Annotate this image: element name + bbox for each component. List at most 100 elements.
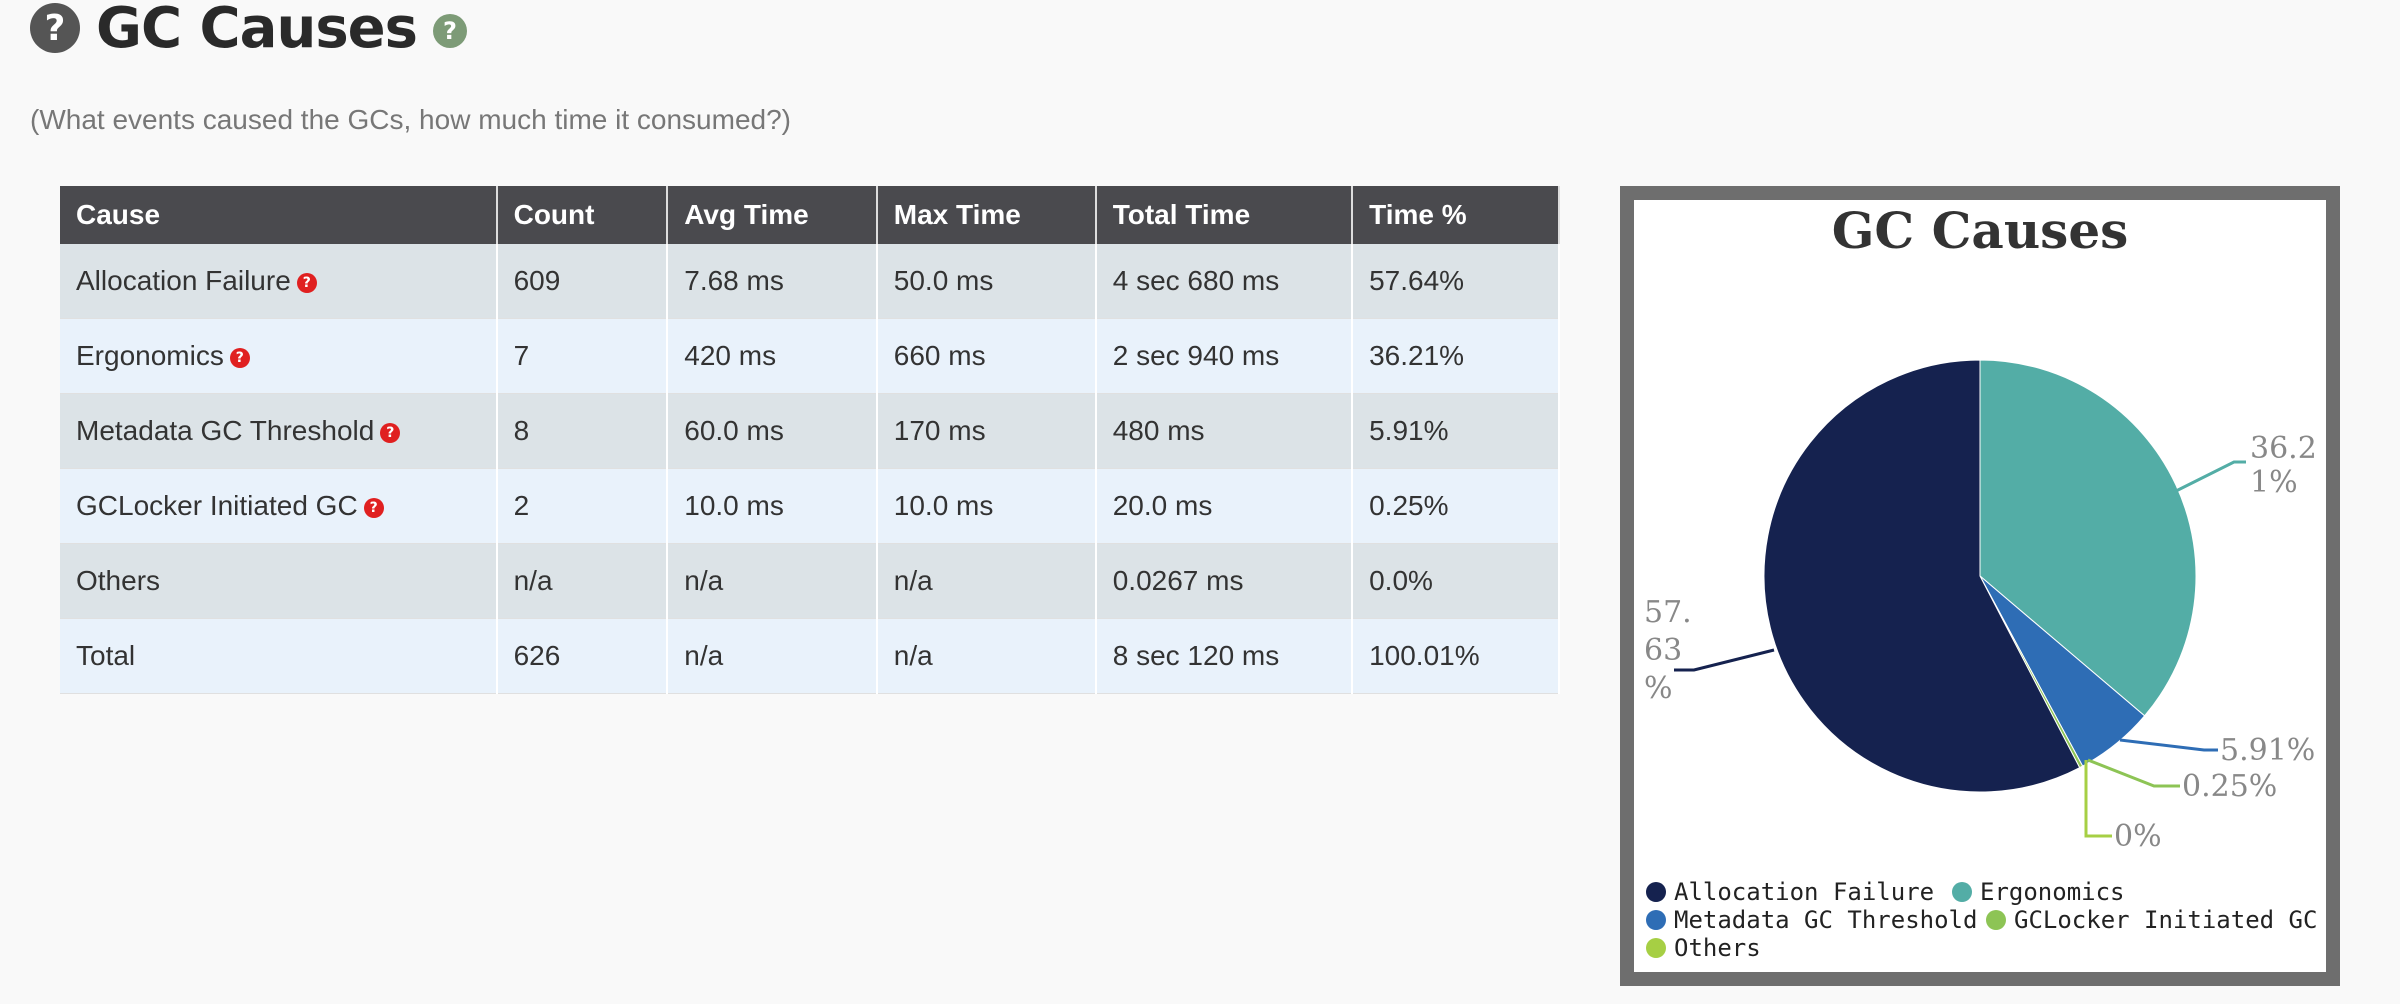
cell-value: 20.0 ms (1112, 490, 1213, 521)
cell-value: n/a (893, 565, 933, 596)
chart-title: GC Causes (1832, 201, 2129, 260)
legend-label: Ergonomics (1980, 878, 2125, 906)
cell-value: 7.68 ms (684, 265, 784, 296)
table-cell: 100.01% (1352, 618, 1560, 694)
chart-frame: GC Causes 57. 63% 36.2 1% 5.91% 0.25% 0% Allocat… (1620, 186, 2340, 986)
table-cell: 420 ms (667, 318, 878, 394)
cell-value: n/a (684, 565, 724, 596)
table-cell: 60.0 ms (667, 393, 878, 469)
gc-causes-table: Cause Count Avg Time Max Time Total Time Time… (60, 186, 1560, 694)
table-row: Ergonomics? 7 420 ms 660 ms 2 sec 940 ms 36.2… (60, 318, 1560, 394)
table-cell: 10.0 ms (667, 468, 878, 544)
cause-name: Allocation Failure (76, 265, 291, 296)
legend-swatch (1646, 910, 1666, 930)
cell-value: 420 ms (684, 340, 777, 371)
table-cell: 8 (496, 393, 669, 469)
help-icon[interactable]: ? (229, 347, 250, 368)
table-cell: n/a (876, 543, 1097, 619)
cell-value: 4 sec 680 ms (1112, 265, 1280, 296)
table-cell: 0.0% (1352, 543, 1560, 619)
page-subtitle: (What events caused the GCs, how much ti… (30, 104, 791, 135)
help-icon[interactable]: ? (30, 3, 80, 53)
cell-value: 36.21% (1369, 340, 1465, 371)
legend-label: GCLocker Initiated GC (2014, 906, 2317, 934)
legend-label: Others (1674, 934, 1761, 962)
legend-swatch (1952, 882, 1972, 902)
cause-name: Metadata GC Threshold (76, 415, 375, 446)
table-cell: n/a (496, 543, 669, 619)
table-cell: GCLocker Initiated GC? (60, 468, 498, 544)
table-row: Metadata GC Threshold? 8 60.0 ms 170 ms 480 … (60, 393, 1560, 469)
page-title: GC Causes (96, 0, 418, 61)
data-label: 57. 63% (1644, 595, 1692, 706)
table-cell: 2 (496, 468, 669, 544)
table-row: Total 626 n/a n/a 8 sec 120 ms 100.01% (60, 618, 1560, 694)
cause-name: Others (76, 565, 161, 596)
cause-name: Ergonomics (76, 340, 224, 371)
cell-value: 0.0267 ms (1112, 565, 1244, 596)
table-cell: Total (60, 618, 498, 694)
table-cell: 20.0 ms (1095, 468, 1354, 544)
data-label: 0.25% (2182, 769, 2277, 804)
cell-value: 50.0 ms (893, 265, 994, 296)
cell-value: 2 (513, 490, 530, 521)
cause-name: GCLocker Initiated GC (76, 490, 358, 521)
data-label: 5.91% (2220, 733, 2315, 768)
legend-swatch (1986, 910, 2006, 930)
cell-value: 5.91% (1369, 415, 1449, 446)
cell-value: 8 (513, 415, 530, 446)
table-row: GCLocker Initiated GC? 2 10.0 ms 10.0 ms 20.… (60, 468, 1560, 544)
cell-value: 60.0 ms (684, 415, 784, 446)
table-cell: 36.21% (1352, 318, 1560, 394)
table-cell: Ergonomics? (60, 318, 498, 394)
table-cell: 10.0 ms (876, 468, 1097, 544)
info-icon[interactable]: ? (432, 14, 467, 48)
table-cell: 0.0267 ms (1095, 543, 1354, 619)
column-header: Max Time (876, 186, 1097, 244)
cell-value: 2 sec 940 ms (1112, 340, 1280, 371)
cell-value: 10.0 ms (893, 490, 994, 521)
cell-value: 0.25% (1369, 490, 1449, 521)
cell-value: 626 (513, 640, 561, 671)
leader-line (2087, 758, 2180, 788)
table-cell: 480 ms (1095, 393, 1354, 469)
table-cell: 7 (496, 318, 669, 394)
help-icon[interactable]: ? (380, 422, 401, 443)
cell-value: n/a (684, 640, 724, 671)
table-cell: Allocation Failure? (60, 244, 498, 319)
cell-value: 0.0% (1369, 565, 1433, 596)
table-cell: 7.68 ms (667, 244, 878, 319)
table-cell: Others (60, 543, 498, 619)
table-cell: 626 (496, 618, 669, 694)
column-header: Time % (1352, 186, 1560, 244)
table-cell: 609 (496, 244, 669, 319)
table-cell: 5.91% (1352, 393, 1560, 469)
table-cell: 50.0 ms (876, 244, 1097, 319)
table-header-row: Cause Count Avg Time Max Time Total Time Time… (60, 186, 1560, 244)
table-cell: 0.25% (1352, 468, 1560, 544)
table-cell: n/a (667, 543, 878, 619)
table-cell: 2 sec 940 ms (1095, 318, 1354, 394)
cell-value: n/a (893, 640, 933, 671)
cell-value: 660 ms (893, 340, 986, 371)
leader-line (2173, 460, 2246, 494)
table-cell: 57.64% (1352, 244, 1560, 319)
cell-value: 609 (513, 265, 561, 296)
leader-line (2084, 760, 2112, 838)
help-icon[interactable]: ? (296, 272, 317, 293)
legend-swatch (1646, 882, 1666, 902)
data-label: 0% (2114, 819, 2162, 854)
legend-label: Allocation Failure (1674, 878, 1934, 906)
cell-value: 10.0 ms (684, 490, 784, 521)
table-row: Allocation Failure? 609 7.68 ms 50.0 ms 4 se… (60, 244, 1560, 319)
cause-name: Total (76, 640, 136, 671)
table-cell: 8 sec 120 ms (1095, 618, 1354, 694)
table-cell: 170 ms (876, 393, 1097, 469)
table-cell: n/a (876, 618, 1097, 694)
page-header: ? GC Causes ? (30, 0, 467, 61)
column-header: Count (496, 186, 669, 244)
help-icon[interactable]: ? (363, 497, 384, 518)
table-cell: n/a (667, 618, 878, 694)
cell-value: 170 ms (893, 415, 986, 446)
cell-value: 480 ms (1112, 415, 1205, 446)
